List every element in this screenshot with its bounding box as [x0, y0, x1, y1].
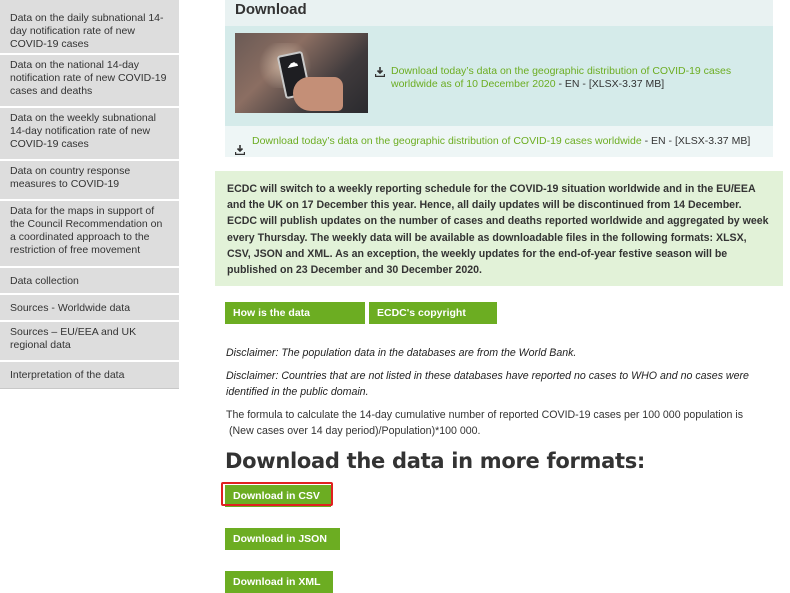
formula-text: The formula to calculate the 14-day cumu… — [226, 407, 771, 439]
download-xml-button[interactable]: Download in XML — [225, 571, 333, 593]
population-disclaimer: Disclaimer: The population data in the d… — [226, 347, 577, 359]
sidebar-item-interpretation[interactable]: Interpretation of the data — [0, 362, 179, 389]
worldwide-download-link[interactable]: Download today’s data on the geographic … — [252, 135, 642, 147]
sidebar-item-response-measures[interactable]: Data on country response measures to COV… — [0, 161, 179, 201]
download-icon — [375, 67, 385, 77]
download-csv-button[interactable]: Download in CSV — [225, 485, 331, 507]
featured-download-meta: - EN - [XLSX-3.37 MB] — [555, 78, 665, 90]
download-row: Download today’s data on the geographic … — [225, 126, 773, 157]
worldwide-download-meta: - EN - [XLSX-3.37 MB] — [641, 135, 751, 147]
featured-download-link-block: Download today’s data on the geographic … — [375, 65, 755, 91]
download-json-button[interactable]: Download in JSON — [225, 528, 340, 550]
phone-photo: ☁ — [235, 33, 368, 113]
sidebar-nav: Data on the daily subnational 14-day not… — [0, 0, 179, 389]
more-formats-heading: Download the data in more formats: — [225, 449, 646, 473]
download-feature: ☁ Download today’s data on the geographi… — [225, 26, 773, 126]
sidebar-item-data-collection[interactable]: Data collection — [0, 268, 179, 295]
formula-line-2: (New cases over 14 day period)/Populatio… — [229, 425, 481, 437]
countries-disclaimer: Disclaimer: Countries that are not liste… — [226, 370, 749, 398]
how-data-collected-button[interactable]: How is the data collected? — [225, 302, 365, 341]
cloud-download-icon: ☁ — [284, 54, 300, 72]
download-icon — [234, 145, 246, 156]
sidebar-item-worldwide-sources[interactable]: Sources - Worldwide data — [0, 295, 179, 322]
sidebar-item-regional-sources[interactable]: Sources – EU/EEA and UK regional data — [0, 322, 179, 362]
sidebar-item-weekly-subnational[interactable]: Data on the weekly subnational 14-day no… — [0, 108, 179, 161]
download-icon-wrap — [234, 137, 246, 168]
hand-image — [293, 77, 343, 111]
download-box-title: Download — [225, 0, 773, 26]
sidebar-item-council-maps[interactable]: Data for the maps in support of the Coun… — [0, 201, 179, 268]
copyright-policy-button[interactable]: ECDC's copyright policy — [369, 302, 497, 341]
formula-line-1: The formula to calculate the 14-day cumu… — [226, 409, 744, 421]
download-box: Download ☁ Download today’s data on the … — [225, 0, 773, 157]
sidebar-item-daily-subnational[interactable]: Data on the daily subnational 14-day not… — [0, 0, 179, 55]
weekly-reporting-notice: ECDC will switch to a weekly reporting s… — [215, 171, 783, 286]
sidebar-item-national-14-day[interactable]: Data on the national 14-day notification… — [0, 55, 179, 108]
